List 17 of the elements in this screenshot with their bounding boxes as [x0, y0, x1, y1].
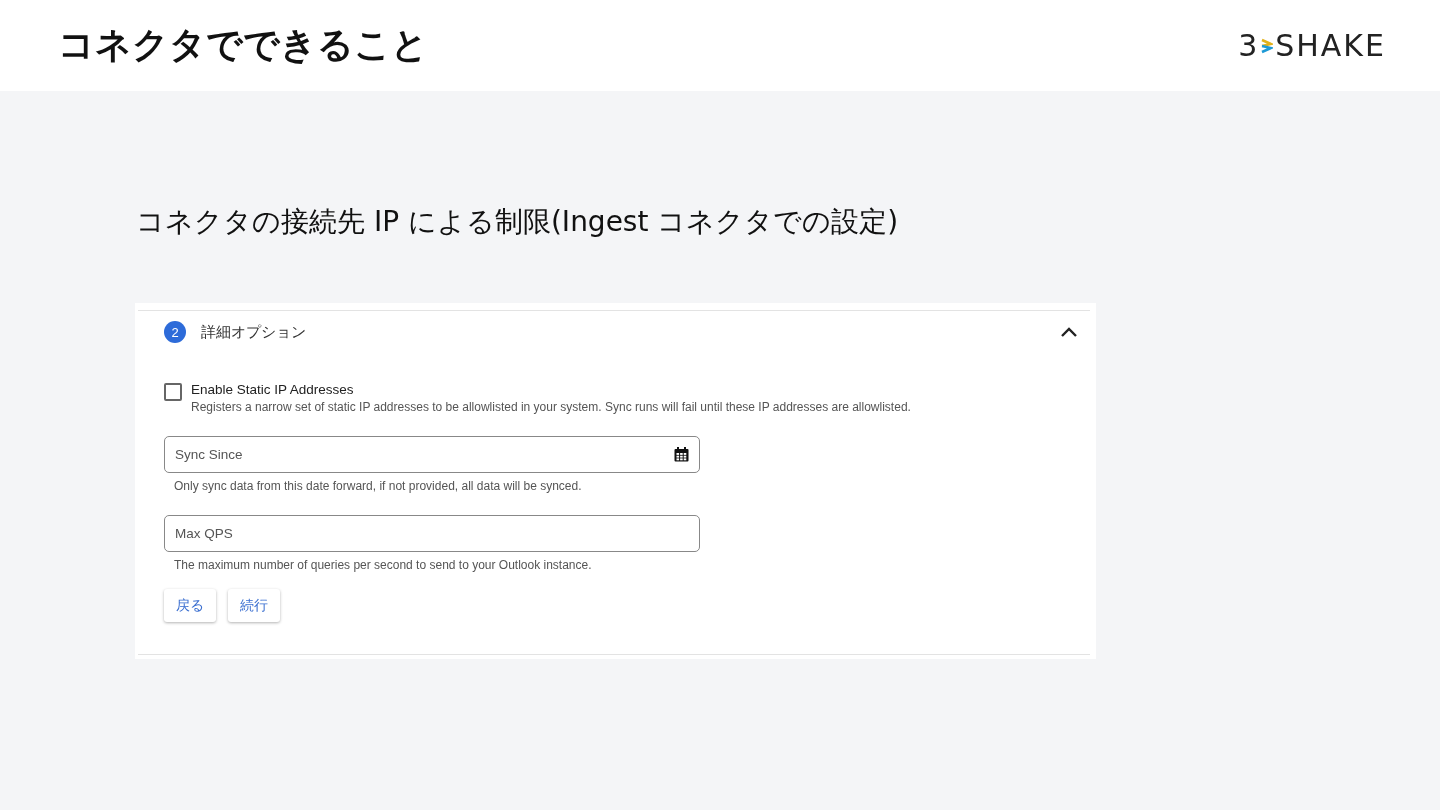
logo-text: SHAKE — [1275, 28, 1386, 63]
checkbox[interactable] — [164, 383, 182, 401]
logo-text: 3 — [1238, 28, 1260, 63]
checkbox-label: Enable Static IP Addresses — [191, 382, 355, 397]
help-text: Registers a narrow set of static IP addresses to be allowlisted in your system. Sync runs will fail until these IP addresses are allowlisted. — [191, 400, 911, 414]
step-title: 詳細オプション — [201, 322, 307, 342]
continue-button[interactable]: 続行 — [228, 589, 280, 622]
help-text: The maximum number of queries per second to send to your Outlook instance. — [174, 558, 593, 572]
logo-icon — [1261, 36, 1274, 55]
slide-subtitle: コネクタの接続先 IP による制限(Ingest コネクタでの設定) — [136, 204, 900, 240]
step-number: 2 — [164, 321, 186, 343]
date-field[interactable]: Sync Since — [164, 436, 700, 473]
chevron-up-icon[interactable] — [1060, 326, 1078, 338]
input-field[interactable]: Max QPS — [164, 515, 700, 552]
slide-title: コネクタでできること — [58, 23, 428, 67]
back-button[interactable]: 戻る — [164, 589, 216, 622]
help-text: Only sync data from this date forward, if not provided, all data will be synced. — [174, 479, 583, 493]
